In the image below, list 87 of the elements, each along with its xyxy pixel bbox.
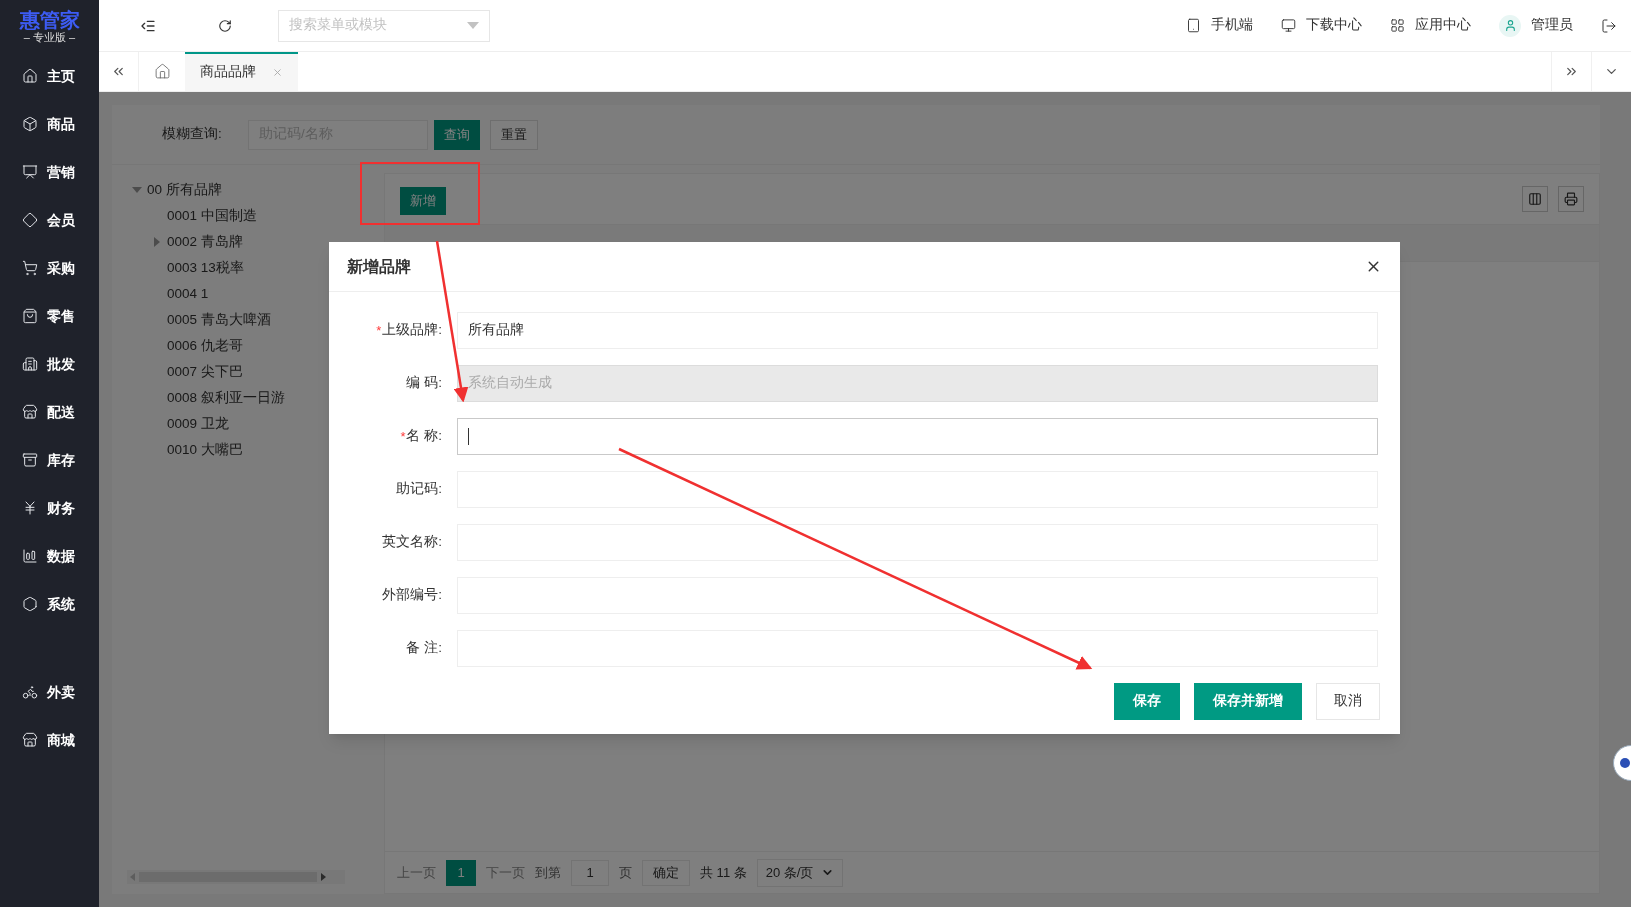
diamond-icon — [22, 212, 38, 228]
sidebar-item[interactable]: 商城 — [47, 729, 75, 751]
sidebar-item[interactable]: 库存 — [47, 449, 75, 471]
total-count: 共 11 条 — [700, 863, 747, 882]
caret-icon — [467, 22, 479, 29]
field-label: 编 码: — [406, 374, 442, 393]
header-link[interactable]: 应用中心 — [1415, 15, 1471, 36]
archive-icon — [22, 452, 38, 468]
tree-item[interactable]: 0001 中国制造 — [167, 205, 257, 227]
filter-button[interactable]: 查询 — [434, 119, 480, 150]
required-mark: * — [400, 427, 406, 446]
page-unit: 页 — [619, 863, 632, 882]
columns-button[interactable] — [1522, 186, 1548, 212]
input-field[interactable]: 所有品牌 — [457, 312, 1378, 349]
home-icon[interactable] — [153, 63, 171, 80]
chart-monitor-icon — [22, 164, 38, 180]
bag-icon — [22, 308, 38, 324]
goto-label: 到第 — [535, 863, 561, 882]
filter-label: 模糊查询: — [162, 125, 223, 144]
sidebar-item[interactable]: 会员 — [47, 209, 75, 231]
building-icon — [22, 356, 38, 372]
field-label: 名 称: — [406, 427, 442, 446]
yen-icon — [22, 500, 38, 516]
store-icon — [22, 404, 38, 420]
tab[interactable]: 商品品牌 — [185, 52, 298, 91]
bike-icon — [22, 684, 38, 700]
store-icon — [22, 732, 38, 748]
dialog-button[interactable]: 保存 — [1114, 683, 1180, 720]
tree-item[interactable]: 0008 叙利亚一日游 — [167, 387, 285, 409]
header-link[interactable]: 下载中心 — [1306, 15, 1362, 36]
sidebar-item[interactable]: 财务 — [47, 497, 75, 519]
tree-item[interactable]: 0009 卫龙 — [167, 413, 229, 435]
tree-item[interactable]: 0005 青岛大啤酒 — [167, 309, 271, 331]
cart-icon — [22, 260, 38, 276]
printer-icon — [1564, 192, 1578, 206]
filter-button[interactable]: 重置 — [490, 119, 538, 150]
avatar-icon — [1499, 14, 1521, 37]
grid-icon — [1390, 18, 1405, 33]
header-link[interactable]: 管理员 — [1531, 15, 1573, 36]
box-icon — [22, 116, 38, 132]
header-link[interactable]: 手机端 — [1211, 15, 1253, 36]
caret-icon[interactable] — [154, 237, 160, 247]
logo-text: 惠管家 — [19, 8, 80, 31]
sidebar-item[interactable]: 数据 — [47, 545, 75, 567]
sidebar-item[interactable]: 配送 — [47, 401, 75, 423]
bar-chart-icon — [22, 548, 38, 564]
tree-item[interactable]: 0007 尖下巴 — [167, 361, 243, 383]
refresh-icon[interactable] — [218, 18, 232, 33]
tree-item[interactable]: 0002 青岛牌 — [167, 231, 243, 253]
field-label: 上级品牌: — [382, 321, 442, 340]
sidebar-item[interactable]: 系统 — [47, 593, 75, 615]
dialog-button[interactable]: 保存并新增 — [1194, 683, 1302, 720]
tree-item[interactable]: 00 所有品牌 — [147, 179, 222, 201]
tree-item[interactable]: 0006 仇老哥 — [167, 335, 243, 357]
logout-icon[interactable] — [1601, 17, 1617, 34]
sidebar-item[interactable]: 商品 — [47, 113, 75, 135]
sidebar-item[interactable]: 采购 — [47, 257, 75, 279]
tree-item[interactable]: 0004 1 — [167, 283, 209, 305]
page-input[interactable]: 1 — [571, 859, 609, 886]
caret-icon[interactable] — [132, 187, 142, 193]
required-mark: * — [376, 321, 382, 340]
tablet-icon — [1186, 18, 1201, 33]
monitor-icon — [1281, 18, 1296, 33]
hexagon-icon — [22, 596, 38, 612]
print-button[interactable] — [1558, 186, 1584, 212]
dialog-title: 新增品牌 — [347, 256, 411, 277]
input-field[interactable] — [457, 418, 1378, 455]
field-label: 助记码: — [396, 480, 442, 499]
sidebar-item[interactable]: 主页 — [47, 65, 75, 87]
add-button[interactable]: 新增 — [400, 187, 446, 215]
sidebar-item[interactable]: 批发 — [47, 353, 75, 375]
field-label: 外部编号: — [382, 586, 442, 605]
page-number[interactable]: 1 — [446, 859, 476, 886]
dialog-button[interactable]: 取消 — [1316, 683, 1380, 720]
page-size-select[interactable]: 20 条/页 — [756, 858, 843, 887]
home-icon — [22, 68, 38, 84]
sidebar-item[interactable]: 营销 — [47, 161, 75, 183]
tree-item[interactable]: 0010 大嘴巴 — [167, 439, 243, 461]
sidebar-item[interactable]: 零售 — [47, 305, 75, 327]
scroll-right-icon[interactable] — [321, 873, 326, 881]
field-label: 英文名称: — [382, 533, 442, 552]
field-label: 备 注: — [406, 639, 442, 658]
sidebar-item[interactable]: 外卖 — [47, 681, 75, 703]
columns-icon — [1528, 192, 1542, 206]
tree-item[interactable]: 0003 13税率 — [167, 257, 244, 279]
confirm-button[interactable]: 确定 — [642, 859, 690, 886]
edition-label: – 专业版 – — [23, 30, 76, 44]
